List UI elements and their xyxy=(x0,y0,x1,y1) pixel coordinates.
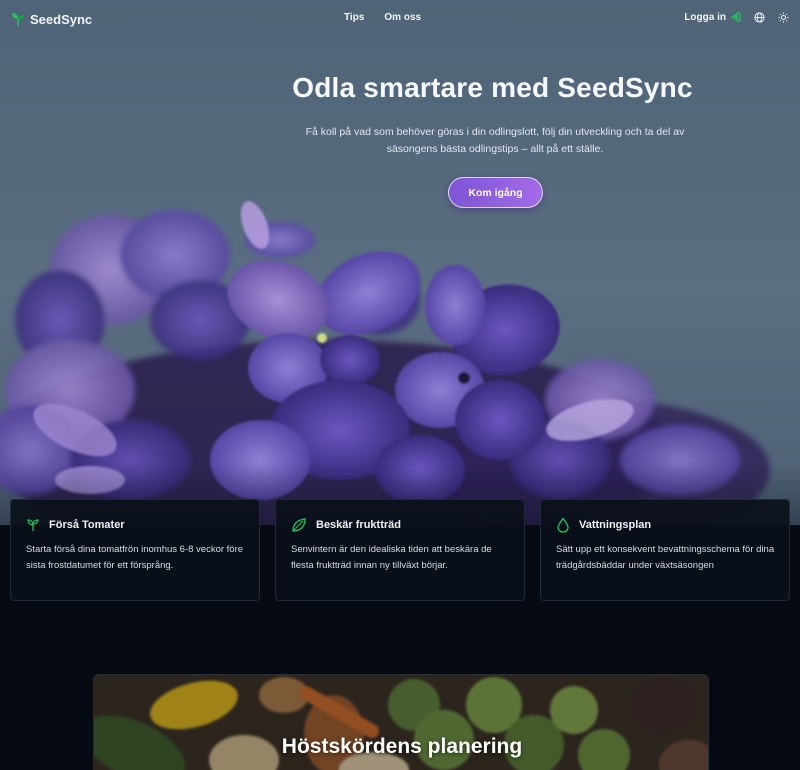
card-text: Senvintern är den idealiska tiden att be… xyxy=(291,544,492,571)
globe-icon xyxy=(753,11,765,23)
hero-title: Odla smartare med SeedSync xyxy=(292,72,693,103)
seedsync-logo-icon xyxy=(12,13,24,27)
top-navbar: SeedSync Tips Om oss Logga in xyxy=(0,0,800,38)
nav-link-tips[interactable]: Tips xyxy=(344,12,364,23)
leaf-icon xyxy=(292,518,306,532)
card-text: Sätt upp ett konsekvent bevattningsschem… xyxy=(556,544,775,571)
tip-cards: Förså Tomater Starta förså dina tomatfrö… xyxy=(10,499,790,601)
nav-right-group: Logga in xyxy=(684,10,790,24)
hero-subtitle: Få koll på vad som behöver göras i din o… xyxy=(305,126,685,155)
brand-logo[interactable]: SeedSync xyxy=(10,11,92,27)
tip-card-tomatoes[interactable]: Förså Tomater Starta förså dina tomatfrö… xyxy=(10,499,260,601)
tip-card-fruit-trees[interactable]: Beskär fruktträd Senvintern är den ideal… xyxy=(275,499,525,601)
nav-links: Tips Om oss xyxy=(344,12,421,23)
theme-toggle-button[interactable] xyxy=(776,10,790,24)
login-arrow-icon xyxy=(731,12,741,22)
card-title: Beskär fruktträd xyxy=(316,519,401,531)
harvest-planning-section: Höstskördens planering xyxy=(93,674,709,770)
login-label: Logga in xyxy=(684,11,726,23)
brand-name: SeedSync xyxy=(30,11,93,27)
droplet-icon xyxy=(557,517,569,533)
get-started-button[interactable]: Kom igång xyxy=(448,177,543,208)
nav-link-om-oss[interactable]: Om oss xyxy=(384,12,421,23)
sprout-icon xyxy=(27,519,39,531)
card-title: Vattningsplan xyxy=(579,519,652,531)
card-text: Starta förså dina tomatfrön inomhus 6-8 … xyxy=(26,544,244,571)
language-button[interactable] xyxy=(752,10,766,24)
sun-icon xyxy=(777,11,789,23)
card-title: Förså Tomater xyxy=(49,519,125,531)
login-button[interactable]: Logga in xyxy=(684,11,742,23)
tip-card-watering[interactable]: Vattningsplan Sätt upp ett konsekvent be… xyxy=(540,499,790,601)
section-title: Höstskördens planering xyxy=(281,735,523,758)
